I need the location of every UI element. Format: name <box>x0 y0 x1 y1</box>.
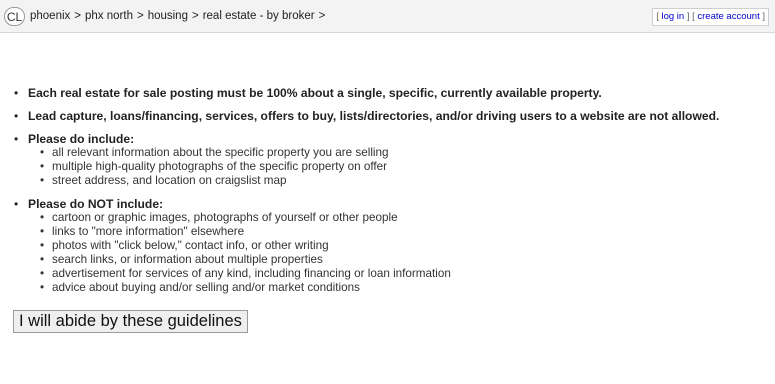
list-item: advice about buying and/or selling and/o… <box>40 281 772 295</box>
top-bar: CL phoenix > phx north > housing > real estate… <box>0 0 775 33</box>
list-item: photos with "click below," contact info,… <box>40 239 772 253</box>
include-list: all relevant information about the speci… <box>28 146 772 188</box>
rule-no-lead-capture: Lead capture, loans/financing, services,… <box>12 109 772 123</box>
breadcrumb-separator: > <box>191 10 199 22</box>
breadcrumb: phoenix > phx north > housing > real estate - … <box>30 10 329 22</box>
exclude-list: cartoon or graphic images, photographs o… <box>28 211 772 295</box>
list-item: links to "more information" elsewhere <box>40 225 772 239</box>
list-item: street address, and location on craigsli… <box>40 174 772 188</box>
exclude-section: Please do NOT include: cartoon or graphi… <box>12 197 772 295</box>
craigslist-logo[interactable]: CL <box>4 7 25 26</box>
breadcrumb-link-housing[interactable]: housing <box>148 10 188 22</box>
posting-guidelines: Each real estate for sale posting must b… <box>12 86 772 304</box>
login-link[interactable]: log in <box>661 11 684 22</box>
breadcrumb-link-phx-north[interactable]: phx north <box>85 10 133 22</box>
guidelines-list: Each real estate for sale posting must b… <box>12 86 772 295</box>
include-section: Please do include: all relevant informat… <box>12 132 772 188</box>
list-item: search links, or information about multi… <box>40 253 772 267</box>
rule-single-property: Each real estate for sale posting must b… <box>12 86 772 100</box>
breadcrumb-separator: > <box>136 10 144 22</box>
list-item: all relevant information about the speci… <box>40 146 772 160</box>
breadcrumb-link-real-estate-by-broker[interactable]: real estate - by broker <box>203 10 315 22</box>
account-links: [ log in ] [ create account ] <box>652 8 769 26</box>
include-title: Please do include: <box>28 132 135 146</box>
list-item: advertisement for services of any kind, … <box>40 267 772 281</box>
exclude-title: Please do NOT include: <box>28 197 164 211</box>
list-item: cartoon or graphic images, photographs o… <box>40 211 772 225</box>
breadcrumb-separator: > <box>74 10 82 22</box>
breadcrumb-separator: > <box>318 10 326 22</box>
breadcrumb-link-phoenix[interactable]: phoenix <box>30 10 70 22</box>
create-account-link[interactable]: create account <box>697 11 759 22</box>
list-item: multiple high-quality photographs of the… <box>40 160 772 174</box>
abide-guidelines-button[interactable]: I will abide by these guidelines <box>13 310 248 333</box>
